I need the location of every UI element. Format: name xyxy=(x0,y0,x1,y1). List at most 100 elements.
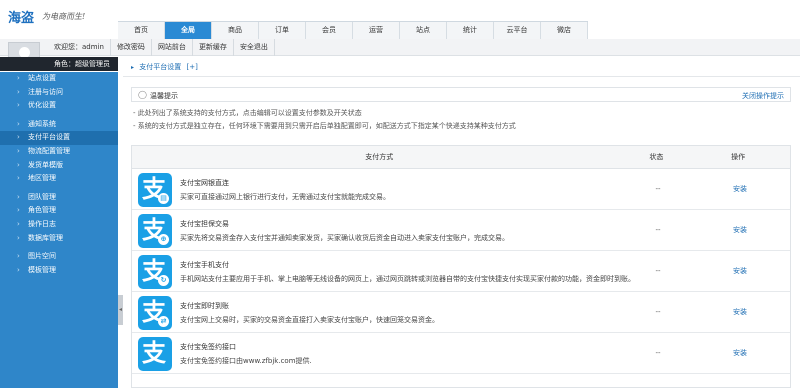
chevron-right-icon: › xyxy=(17,219,20,228)
sidebar-item[interactable]: › 地区管理 xyxy=(0,172,118,186)
chevron-right-icon: › xyxy=(17,160,20,169)
sidebar-item-label: 团队管理 xyxy=(28,192,56,201)
payment-name: 支付宝担保交易 xyxy=(180,220,229,228)
sidebar-item[interactable]: › 模板管理 xyxy=(0,264,118,278)
payment-type-badge-icon: ⇄ xyxy=(158,316,169,327)
sidebar-item-label: 站点设置 xyxy=(28,74,56,82)
sidebar-item[interactable]: › 站点设置 xyxy=(0,72,118,86)
main-nav-tabs: 首页 全局 商品 订单 会员 运营 站点 统计 云平台 微店 xyxy=(118,21,588,39)
toolbar-link[interactable]: 修改密码 xyxy=(111,39,152,56)
payment-name: 支付宝免签约接口 xyxy=(180,343,236,351)
sidebar-item-label: 图片空间 xyxy=(28,252,56,261)
table-row: 支 ↻ 支付宝手机支付手机网站支付主要应用于手机、掌上电脑等无线设备的网页上，通过网… xyxy=(132,251,790,292)
alipay-logo-icon: 支 ⇄ xyxy=(138,296,172,330)
tip-line-1: - 此处列出了系统支持的支付方式，点击编辑可以设置支付参数及开关状态 xyxy=(133,109,362,117)
sidebar-item[interactable]: › 物流配置管理 xyxy=(0,145,118,159)
install-link[interactable]: 安装 xyxy=(688,333,790,374)
table-row: 支 ▤ 支付宝网银直连买家可直接通过网上银行进行支付，无需通过支付宝就能完成交易。 -… xyxy=(132,169,790,210)
chevron-right-icon: › xyxy=(17,101,20,110)
chevron-right-icon: › xyxy=(17,265,20,274)
nav-tab[interactable]: 全局 xyxy=(165,22,212,39)
sidebar: › 站点设置 › 注册与访问 › 优化设置 › 通知系统 › 支付平台设置 › 物流配置管理 › 发货单模… xyxy=(0,72,118,388)
nav-tab[interactable]: 订单 xyxy=(259,22,306,39)
tips-title: 温馨提示 xyxy=(150,92,178,100)
lightbulb-icon: ◯ xyxy=(138,90,147,99)
header-action: 操作 xyxy=(731,153,746,161)
sidebar-item[interactable]: › 注册与访问 xyxy=(0,86,118,100)
install-link[interactable]: 安装 xyxy=(688,210,790,251)
chevron-right-icon: › xyxy=(17,74,20,82)
table-body: 支 ▤ 支付宝网银直连 买家可直接通过网上银行进行支付，无需通过支付宝就能完成交易。 -… xyxy=(132,169,790,374)
alipay-logo-icon: 支 ↻ xyxy=(138,255,172,289)
header-payment-method: 支付方式 xyxy=(365,153,394,161)
sidebar-item[interactable]: › 角色管理 xyxy=(0,204,118,218)
install-link[interactable]: 安装 xyxy=(688,292,790,333)
payment-type-badge-icon: ↻ xyxy=(158,275,169,286)
sidebar-item-label: 优化设置 xyxy=(28,101,56,110)
payment-status: -- xyxy=(655,349,661,357)
site-slogan: 为电商而生! xyxy=(42,12,86,21)
payment-description: 手机网站支付主要应用于手机、掌上电脑等无线设备的网页上，通过网页跳转或浏览器自带… xyxy=(180,275,635,283)
sidebar-item-label: 角色管理 xyxy=(28,206,56,215)
sidebar-item[interactable]: › 支付平台设置 xyxy=(0,131,118,145)
chevron-right-icon: › xyxy=(17,233,20,242)
sidebar-item-label: 发货单模版 xyxy=(28,160,63,169)
payment-name: 支付宝网银直连 xyxy=(180,179,229,187)
role-label: 角色：超级管理员 xyxy=(0,57,118,71)
sidebar-item[interactable]: › 操作日志 xyxy=(0,218,118,232)
alipay-logo-icon: 支 ▤ xyxy=(138,173,172,207)
toolbar-link[interactable]: 更新缓存 xyxy=(193,39,234,56)
payment-status: -- xyxy=(655,185,661,193)
payment-description: 支付宝网上交易时，买家的交易资金直接打入卖家支付宝账户，快速回笼交易资金。 xyxy=(180,316,439,324)
sidebar-item[interactable]: › 通知系统 xyxy=(0,118,118,132)
payment-description: 支付宝免签约接口由www.zfbjk.com提供. xyxy=(180,357,312,365)
payment-description: 买家可直接通过网上银行进行支付，无需通过支付宝就能完成交易。 xyxy=(180,193,390,201)
payment-type-badge-icon: ⊕ xyxy=(158,234,169,245)
chevron-right-icon: › xyxy=(17,252,20,261)
table-row: 支 ⇄ 支付宝即时到账支付宝网上交易时，买家的交易资金直接打入卖家支付宝账户，快速回… xyxy=(132,292,790,333)
alipay-logo-glyph: 支 xyxy=(142,339,166,367)
sidebar-item-label: 注册与访问 xyxy=(28,87,63,96)
nav-tab[interactable]: 运营 xyxy=(353,22,400,39)
nav-tab[interactable]: 云平台 xyxy=(494,22,541,39)
nav-tab[interactable]: 商品 xyxy=(212,22,259,39)
sidebar-item[interactable]: › 发货单模版 xyxy=(0,159,118,173)
chevron-right-icon: › xyxy=(17,119,20,128)
sidebar-item[interactable]: › 图片空间 xyxy=(0,250,118,264)
payment-name: 支付宝手机支付 xyxy=(180,261,229,269)
breadcrumb: ▸ 支付平台设置 [+] xyxy=(123,57,800,77)
payment-status: -- xyxy=(655,226,661,234)
site-logo[interactable]: 海盗 xyxy=(8,7,34,26)
install-link[interactable]: 安装 xyxy=(688,169,790,210)
nav-tab[interactable]: 首页 xyxy=(118,22,165,39)
payment-type-badge-icon: ▤ xyxy=(158,193,169,204)
header-status: 状态 xyxy=(649,153,664,161)
sidebar-item[interactable]: › 优化设置 xyxy=(0,99,118,113)
breadcrumb-label[interactable]: 支付平台设置 xyxy=(139,63,181,71)
sidebar-item-label: 地区管理 xyxy=(28,174,56,183)
table-row: 支 支付宝免签约接口支付宝免签约接口由www.zfbjk.com提供. -- 安装 xyxy=(132,333,790,374)
sidebar-item-label: 操作日志 xyxy=(28,219,56,228)
nav-tab[interactable]: 微店 xyxy=(541,22,588,39)
sidebar-item[interactable]: › 团队管理 xyxy=(0,191,118,205)
top-header: 海盗 为电商而生! 首页 全局 商品 订单 会员 运营 站点 统计 云平台 微店 xyxy=(0,0,800,39)
user-links: 欢迎您：admin 修改密码 网站前台 更新缓存 安全退出 xyxy=(48,39,275,56)
payment-name: 支付宝即时到账 xyxy=(180,302,229,310)
table-row: 支 ⊕ 支付宝担保交易 买家先将交易资金存入支付宝并通知卖家发货，买家确认收货后资金自… xyxy=(132,210,790,251)
payment-status: -- xyxy=(655,267,661,275)
nav-tab[interactable]: 会员 xyxy=(306,22,353,39)
toolbar-link[interactable]: 安全退出 xyxy=(234,39,275,56)
sidebar-item[interactable]: › 数据库管理 xyxy=(0,232,118,246)
install-link[interactable]: 安装 xyxy=(688,251,790,292)
sidebar-item-label: 模板管理 xyxy=(28,265,56,274)
breadcrumb-add-link[interactable]: [+] xyxy=(186,63,197,71)
nav-tab[interactable]: 统计 xyxy=(447,22,494,39)
sidebar-item-label: 物流配置管理 xyxy=(28,146,70,155)
chevron-right-icon: › xyxy=(17,174,20,183)
close-tips-link[interactable]: 关闭操作提示 xyxy=(742,91,784,101)
table-header: 支付方式 状态 操作 xyxy=(132,146,790,169)
nav-tab[interactable]: 站点 xyxy=(400,22,447,39)
tip-line-2: - 系统的支付方式是独立存在，任何环境下需要用到只需开启后单独配置即可，如配送方… xyxy=(133,122,516,130)
toolbar-link[interactable]: 网站前台 xyxy=(152,39,193,56)
alipay-logo-icon: 支 ⊕ xyxy=(138,214,172,248)
